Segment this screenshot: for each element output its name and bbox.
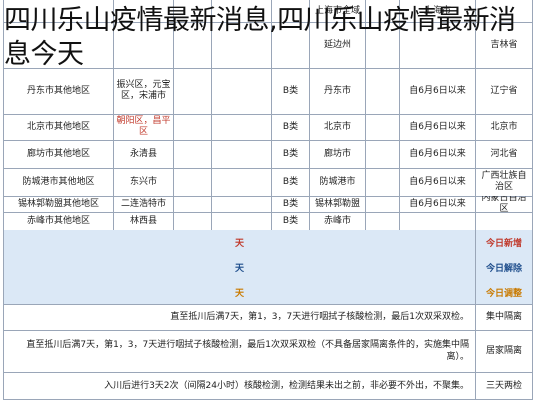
table-cell: [174, 212, 212, 230]
band-new: 天 今日新增: [4, 230, 532, 255]
table-cell: 赤峰市其他地区: [4, 212, 114, 230]
table-cell: 永清县: [114, 140, 174, 168]
table-cell: 北京市: [310, 114, 366, 140]
band-adjusted: 天 今日调整: [4, 280, 532, 305]
page-title: 四川乐山疫情最新消息,四川乐山疫情最新消息今天: [4, 5, 516, 70]
table-cell: [212, 168, 272, 196]
table-row: 北京市其他地区 朝阳区，昌平区 B类 北京市 自6月6日以来 北京市: [4, 114, 532, 141]
table-cell: [174, 196, 212, 212]
band-label: 今日解除: [475, 254, 532, 280]
table-cell: [400, 212, 476, 230]
table-cell: 自6月6日以来: [400, 114, 476, 140]
table-row: 丹东市其他地区 振兴区，元宝区，宋浦市 B类 丹东市 自6月6日以来 辽宁省: [4, 68, 532, 115]
rule-label: 居家隔离: [475, 330, 532, 372]
table-cell: B类: [272, 68, 310, 114]
table-row: 防城港市其他地区 东兴市 B类 防城港市 自6月6日以来 广西壮族自治区: [4, 168, 532, 197]
table-cell: 锡林郭勒盟: [310, 196, 366, 212]
rule-row: 直至抵川后满7天，第1，3，7天进行咽拭子核酸检测，最后1次双采双检。 集中隔离: [4, 304, 532, 331]
table-cell: 自6月6日以来: [400, 68, 476, 114]
band-text: 天: [234, 238, 244, 249]
table-cell: [366, 68, 400, 114]
table-row: 廊坊市其他地区 永清县 B类 廊坊市 自6月6日以来 河北省: [4, 140, 532, 169]
band-text: 天: [234, 288, 244, 299]
table-row: 赤峰市其他地区 林西县 B类 赤峰市: [4, 212, 532, 231]
table-cell: 防城港市: [310, 168, 366, 196]
table-cell: 二连浩特市: [114, 196, 174, 212]
table-cell: 河北省: [490, 148, 518, 159]
table-cell: 自6月6日以来: [400, 196, 476, 212]
rule-text: 直至抵川后满7天，第1，3，7天进行咽拭子核酸检测，最后1次双采双检。: [170, 312, 469, 322]
table-cell: [366, 196, 400, 212]
table-cell: [174, 168, 212, 196]
table-cell: 赤峰市: [310, 212, 366, 230]
table-cell: 防城港市其他地区: [4, 168, 114, 196]
table-cell: 丹东市其他地区: [4, 68, 114, 114]
table-cell: 辽宁省: [490, 85, 518, 96]
rule-label: 三天两检: [475, 372, 532, 399]
table-cell: [366, 140, 400, 168]
table-cell: 东兴市: [114, 168, 174, 196]
table-cell: B类: [272, 168, 310, 196]
table-cell: B类: [272, 114, 310, 140]
rule-row: 直至抵川后满7天，第1，3，7天进行咽拭子核酸检测，最后1次双采双检（不具备居家…: [4, 330, 532, 373]
table-cell: 廊坊市其他地区: [4, 140, 114, 168]
rule-label: 集中隔离: [475, 304, 532, 330]
table-cell: [476, 212, 532, 230]
table-cell: [174, 140, 212, 168]
table-cell: [212, 140, 272, 168]
table-cell: 朝阳区，昌平区: [114, 114, 174, 140]
table-cell: [366, 212, 400, 230]
table-cell: [366, 168, 400, 196]
table-cell: 广西壮族自治区: [481, 171, 527, 192]
table-cell: B类: [272, 212, 310, 230]
table-cell: [212, 114, 272, 140]
table-cell: 自6月6日以来: [400, 168, 476, 196]
table-cell: 振兴区，元宝区，宋浦市: [114, 68, 174, 114]
table-cell: [174, 68, 212, 114]
table-row: 锡林郭勒盟其他地区 二连浩特市 B类 锡林郭勒盟 自6月6日以来 内蒙古自治区: [4, 196, 532, 213]
table-cell: 林西县: [114, 212, 174, 230]
table-cell: [212, 212, 272, 230]
table-cell: 内蒙古自治区: [481, 196, 527, 212]
rule-text: 直至抵川后满7天，第1，3，7天进行咽拭子核酸检测，最后1次双采双检（不具备居家…: [26, 340, 469, 362]
table-cell: 北京市: [490, 121, 518, 132]
table-cell: [174, 114, 212, 140]
table-cell: [366, 114, 400, 140]
table-cell: 自6月6日以来: [400, 140, 476, 168]
table-cell: B类: [272, 140, 310, 168]
band-label: 今日调整: [475, 280, 532, 304]
rule-row: 入川后进行3天2次（间隔24小时）核酸检测，检测结果未出之前，非必要不外出，不聚…: [4, 372, 532, 400]
table-cell: [212, 68, 272, 114]
band-label: 今日新增: [475, 230, 532, 254]
rule-text: 入川后进行3天2次（间隔24小时）核酸检测，检测结果未出之前，非必要不外出，不聚…: [104, 380, 469, 391]
table-cell: 丹东市: [310, 68, 366, 114]
table-cell: B类: [272, 196, 310, 212]
table-cell: 北京市其他地区: [4, 114, 114, 140]
band-lifted: 天 今日解除: [4, 254, 532, 281]
band-text: 天: [234, 263, 244, 274]
table-cell: 廊坊市: [310, 140, 366, 168]
table-cell: 锡林郭勒盟其他地区: [4, 196, 114, 212]
table-cell: [212, 196, 272, 212]
